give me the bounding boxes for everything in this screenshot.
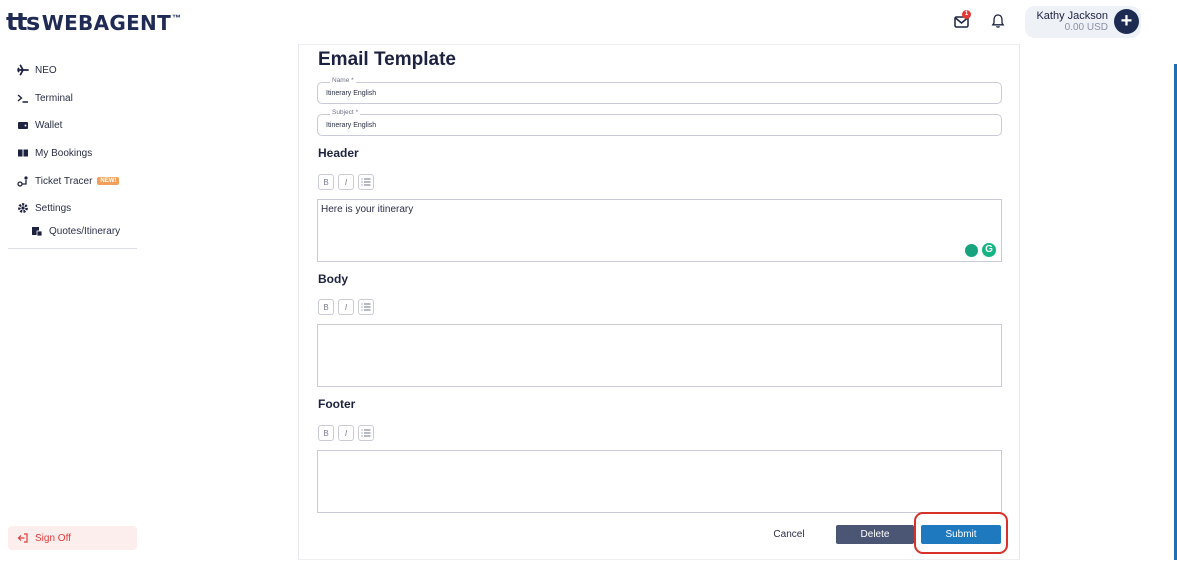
list-icon xyxy=(361,178,371,186)
name-field[interactable]: Name * Itinerary English xyxy=(317,77,1002,104)
italic-button[interactable]: I xyxy=(338,299,354,315)
footer-section-label: Footer xyxy=(318,397,356,411)
header-toolbar: B I xyxy=(318,174,378,190)
sidebar-item-label: My Bookings xyxy=(35,147,93,159)
list-icon xyxy=(361,429,371,437)
airplane-icon xyxy=(17,64,29,76)
sidebar-item-quotes-itinerary[interactable]: Quotes/Itinerary xyxy=(31,222,120,240)
list-button[interactable] xyxy=(358,174,374,190)
user-name: Kathy Jackson xyxy=(1036,10,1108,22)
sidebar-item-label: Wallet xyxy=(35,119,63,131)
sidebar-item-ticket-tracer[interactable]: Ticket Tracer NEW! xyxy=(17,172,120,190)
body-section-label: Body xyxy=(318,272,348,286)
list-icon xyxy=(361,303,371,311)
sign-off-label: Sign Off xyxy=(35,532,71,544)
panel-border-right xyxy=(1019,44,1020,559)
grammarly-icon[interactable]: G xyxy=(982,243,996,257)
list-button[interactable] xyxy=(358,425,374,441)
sidebar-item-settings[interactable]: Settings xyxy=(17,199,71,217)
logo-prefix: tts xyxy=(6,8,40,36)
app-logo[interactable]: tts WEBAGENT ™ xyxy=(6,8,181,36)
wallet-icon xyxy=(17,119,29,131)
sidebar-divider xyxy=(8,248,137,249)
italic-button[interactable]: I xyxy=(338,425,354,441)
name-field-value: Itinerary English xyxy=(326,90,377,97)
body-editor[interactable] xyxy=(317,324,1002,387)
mail-count-badge: 1 xyxy=(962,10,971,19)
list-button[interactable] xyxy=(358,299,374,315)
sign-out-icon xyxy=(17,532,29,544)
body-toolbar: B I xyxy=(318,299,378,315)
cancel-button[interactable]: Cancel xyxy=(766,525,812,544)
bell-icon[interactable] xyxy=(990,13,1006,29)
subject-field[interactable]: Subject * Itinerary English xyxy=(317,109,1002,136)
bold-button[interactable]: B xyxy=(318,174,334,190)
logo-name: WEBAGENT xyxy=(41,11,172,35)
panel-border-top xyxy=(298,44,1020,45)
header-editor-content: Here is your itinerary xyxy=(321,204,414,215)
sidebar-item-neo[interactable]: NEO xyxy=(17,61,57,79)
sign-off-button[interactable]: Sign Off xyxy=(8,526,137,550)
sidebar-item-label: Ticket Tracer xyxy=(35,175,93,187)
user-balance: 0.00 USD xyxy=(1064,22,1108,33)
header-section-label: Header xyxy=(318,146,359,160)
terminal-icon xyxy=(17,92,29,104)
quotes-icon xyxy=(31,225,43,237)
top-bar: tts WEBAGENT ™ 1 Kathy Jackson 0.00 USD … xyxy=(0,0,1177,44)
page-title: Email Template xyxy=(318,49,456,70)
sidebar-item-label: Settings xyxy=(35,202,72,214)
bold-button[interactable]: B xyxy=(318,299,334,315)
sidebar-item-label: NEO xyxy=(35,64,57,76)
new-badge: NEW! xyxy=(97,177,120,185)
panel-border-bottom xyxy=(298,559,1020,560)
name-field-label: Name * xyxy=(330,77,356,84)
sidebar-item-terminal[interactable]: Terminal xyxy=(17,89,73,107)
user-menu[interactable]: Kathy Jackson 0.00 USD + xyxy=(1025,6,1141,38)
sidebar-item-wallet[interactable]: Wallet xyxy=(17,116,62,134)
sidebar: NEO Terminal Wallet My Bookings Ticket T… xyxy=(0,44,145,567)
footer-editor[interactable] xyxy=(317,450,1002,513)
plus-icon[interactable]: + xyxy=(1114,9,1139,34)
book-icon xyxy=(17,147,29,159)
italic-button[interactable]: I xyxy=(338,174,354,190)
gear-icon xyxy=(17,202,29,214)
tracer-icon xyxy=(17,175,29,187)
sidebar-item-label: Terminal xyxy=(35,92,73,104)
submit-button[interactable]: Submit xyxy=(921,525,1001,544)
logo-trademark: ™ xyxy=(172,13,182,23)
subject-field-label: Subject * xyxy=(330,109,361,116)
delete-button[interactable]: Delete xyxy=(836,525,914,544)
panel-border-left xyxy=(298,44,299,559)
bold-button[interactable]: B xyxy=(318,425,334,441)
header-editor[interactable]: Here is your itinerary G xyxy=(317,199,1002,262)
footer-toolbar: B I xyxy=(318,425,378,441)
sidebar-item-label: Quotes/Itinerary xyxy=(49,225,121,237)
subject-field-value: Itinerary English xyxy=(326,122,377,129)
sidebar-item-my-bookings[interactable]: My Bookings xyxy=(17,144,92,162)
grammarly-assist-icon[interactable] xyxy=(965,244,978,257)
